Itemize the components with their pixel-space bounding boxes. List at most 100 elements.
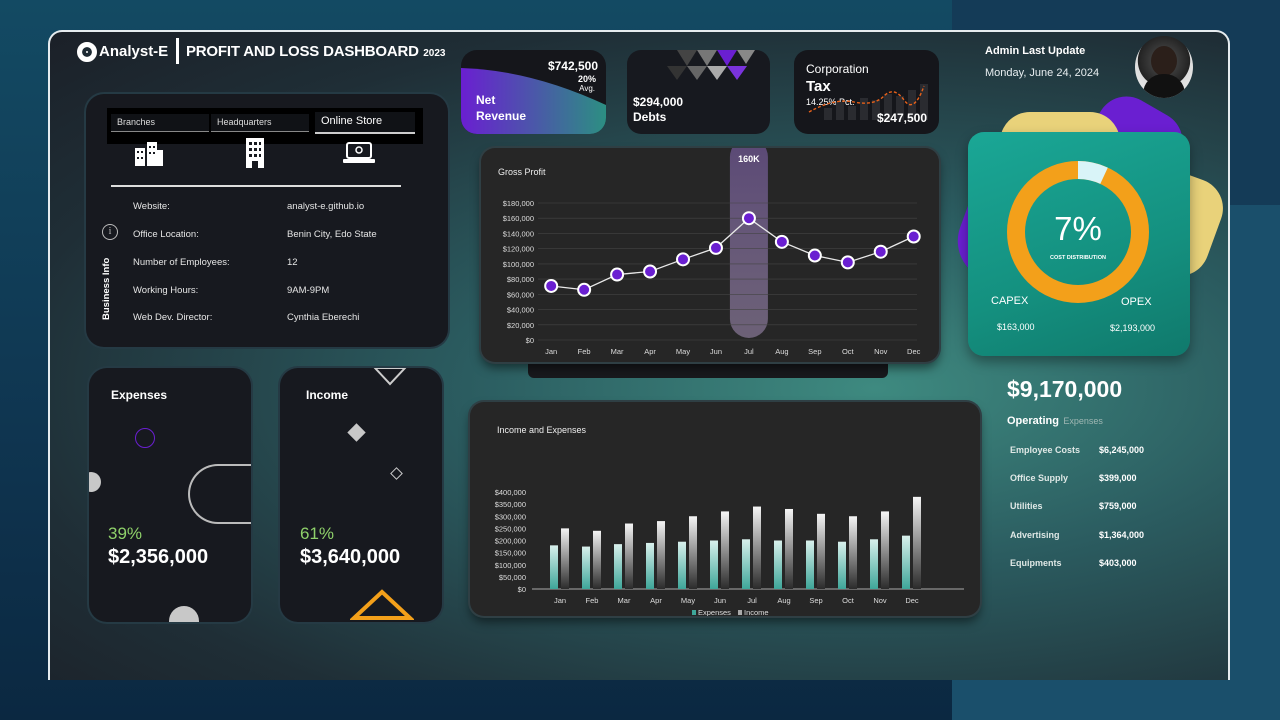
decor-diamond [347, 423, 366, 442]
admin-label: Admin Last Update [985, 45, 1086, 57]
y-tick-label: $350,000 [495, 500, 526, 509]
opx-label-advertising: Advertising [1010, 530, 1060, 540]
decor-triangle-top [373, 368, 407, 386]
x-tick-label: Sep [809, 596, 822, 605]
expenses-bar [806, 540, 814, 589]
branches-icon [135, 142, 163, 166]
x-tick-label: Jan [554, 596, 566, 605]
data-point [708, 240, 723, 255]
capex-label: CAPEX [991, 295, 1029, 307]
expenses-bar [902, 535, 910, 589]
decor-circle-grey [89, 472, 101, 492]
tab-headquarters[interactable]: Headquarters [211, 114, 309, 132]
data-point [873, 244, 888, 259]
tab-branches[interactable]: Branches [111, 114, 209, 132]
y-tick-label: $200,000 [495, 537, 526, 546]
expenses-label: Expenses [111, 388, 168, 402]
data-point [577, 282, 592, 297]
x-tick-label: Nov [874, 347, 888, 356]
y-tick-label: $60,000 [507, 290, 534, 299]
y-tick-label: $100,000 [503, 260, 534, 269]
y-tick-label: $100,000 [495, 561, 526, 570]
y-tick-label: $40,000 [507, 306, 534, 315]
income-bar [753, 506, 761, 589]
dashboard-title: PROFIT AND LOSS DASHBOARD [186, 43, 419, 60]
opx-value-office: $399,000 [1099, 473, 1137, 483]
x-tick-label: Feb [578, 347, 591, 356]
x-tick-label: May [676, 347, 690, 356]
online-store-icon [343, 142, 375, 163]
dashboard-frame: Analyst-E PROFIT AND LOSS DASHBOARD 2023… [48, 30, 1230, 680]
avatar[interactable] [1135, 36, 1193, 98]
net-revenue-pct: 20% [577, 74, 596, 84]
operating-label-light: Expenses [1063, 416, 1103, 426]
income-bar [721, 511, 729, 589]
data-point [610, 267, 625, 282]
debts-card[interactable]: $294,000 Debts [627, 50, 770, 134]
legend-swatch-income [738, 610, 742, 615]
info-label-hours: Working Hours: [133, 285, 199, 296]
opx-label-employee: Employee Costs [1010, 445, 1081, 455]
gross-profit-chart: Gross Profit 160K $0 $20,000 $40,000 $60,000… [481, 148, 939, 362]
x-tick-label: Jun [714, 596, 726, 605]
data-point [676, 252, 691, 267]
income-bar [881, 511, 889, 589]
data-point [643, 264, 658, 279]
x-tick-label: Apr [644, 347, 656, 356]
legend-label-expenses: Expenses [698, 608, 731, 616]
x-tick-label: Sep [808, 347, 821, 356]
cost-dist-pct: 7% [1054, 210, 1102, 247]
opx-value-advertising: $1,364,000 [1099, 530, 1145, 540]
opx-value-employee: $6,245,000 [1099, 445, 1145, 455]
x-tick-label: Mar [611, 347, 624, 356]
operating-label: Operating Expenses [1007, 411, 1103, 429]
income-pct: 61% [300, 524, 335, 543]
expenses-bar [870, 539, 878, 589]
tax-card[interactable]: Corporation Tax 14.25% Pct. $247,500 [794, 50, 939, 134]
opx-value-utilities: $759,000 [1099, 501, 1137, 511]
data-point [840, 255, 855, 270]
income-bar [913, 496, 921, 589]
income-expenses-svg: $0 $50,000 $100,000 $150,000 $200,000 $250,00… [495, 488, 964, 616]
info-value-hours: 9AM-9PM [287, 285, 330, 296]
expenses-card[interactable]: Expenses 39% $2,356,000 [89, 368, 251, 622]
y-tick-label: $160,000 [503, 214, 534, 223]
expenses-bar [550, 545, 558, 589]
tax-label-1: Corporation [806, 62, 869, 76]
y-tick-label: $400,000 [495, 488, 526, 497]
cost-distribution-card[interactable]: 7% COST DISTRIBUTION CAPEX OPEX $163,000… [968, 132, 1190, 356]
expenses-value: $2,356,000 [108, 546, 209, 568]
x-tick-label: Mar [618, 596, 631, 605]
income-bar [625, 523, 633, 589]
decor-diamond-small [390, 467, 403, 480]
debts-label: Debts [633, 110, 667, 124]
opex-value: $2,193,000 [1110, 323, 1156, 333]
x-tick-label: Oct [842, 596, 855, 605]
x-tick-label: Oct [842, 347, 855, 356]
income-bar [689, 516, 697, 589]
net-revenue-card[interactable]: $742,500 20% Avg. Net Revenue [461, 50, 606, 134]
expenses-bar [646, 542, 654, 589]
x-tick-label: Dec [905, 596, 919, 605]
x-tick-label: Jul [747, 596, 757, 605]
brand-name: Analyst-E [99, 43, 169, 60]
y-tick-label: $150,000 [495, 549, 526, 558]
legend-swatch-expenses [692, 610, 696, 615]
info-value-director: Cynthia Eberechi [287, 312, 360, 323]
x-tick-label: Aug [777, 596, 790, 605]
tab-online-store[interactable]: Online Store [315, 112, 415, 134]
operating-label-bold: Operating [1007, 415, 1059, 427]
opx-label-equipments: Equipments [1010, 558, 1062, 568]
x-tick-label: Aug [775, 347, 788, 356]
x-tick-label: Jun [710, 347, 722, 356]
y-tick-label: $250,000 [495, 524, 526, 533]
data-point [807, 248, 822, 263]
income-bar [561, 528, 569, 589]
y-tick-label: $120,000 [503, 245, 534, 254]
info-value-employees: 12 [287, 257, 298, 268]
expenses-pct: 39% [108, 524, 143, 543]
dashboard-year: 2023 [423, 48, 446, 59]
decor-arc [188, 464, 251, 524]
info-value-website[interactable]: analyst-e.github.io [287, 201, 364, 212]
income-card[interactable]: Income 61% $3,640,000 [280, 368, 442, 622]
